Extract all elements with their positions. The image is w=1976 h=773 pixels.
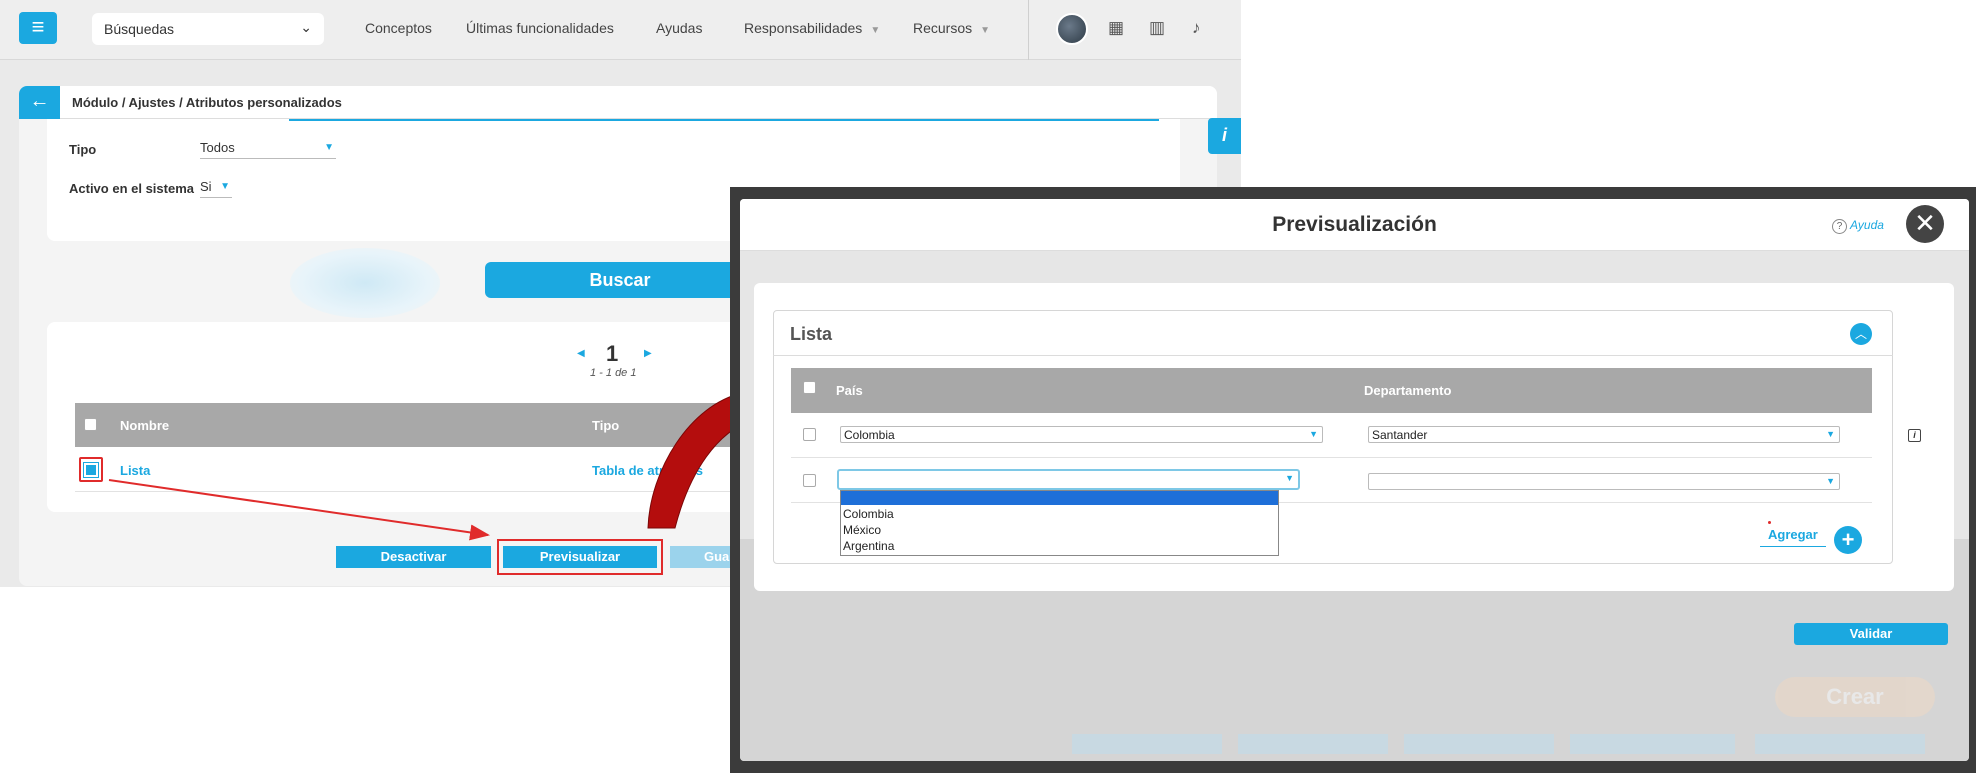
bell-icon[interactable]: ♪ bbox=[1192, 18, 1201, 38]
breadcrumb: Módulo / Ajustes / Atributos personaliza… bbox=[72, 95, 342, 110]
help-icon: ? bbox=[1832, 219, 1847, 234]
pager-next-icon[interactable]: ▶ bbox=[644, 348, 652, 359]
column-header-nombre: Nombre bbox=[120, 418, 170, 433]
agregar-link[interactable]: Agregar bbox=[1760, 527, 1826, 547]
ghost-button bbox=[1072, 734, 1222, 754]
info-tab[interactable]: i bbox=[1208, 118, 1241, 154]
dropdown-option-colombia[interactable]: Colombia bbox=[843, 507, 894, 521]
row-nombre-link[interactable]: Lista bbox=[120, 463, 150, 478]
caret-down-icon: ▼ bbox=[1285, 473, 1294, 483]
column-header-pais: País bbox=[836, 383, 863, 398]
section-divider bbox=[773, 355, 1893, 356]
cursor-dot bbox=[1768, 521, 1771, 524]
nav-responsabilidades[interactable]: Responsabilidades ▼ bbox=[744, 20, 880, 36]
book-icon[interactable]: ▥ bbox=[1149, 18, 1165, 38]
topbar-divider bbox=[1028, 0, 1029, 60]
ghost-button bbox=[1570, 734, 1735, 754]
previsualizar-highlight bbox=[497, 539, 663, 575]
ghost-button bbox=[1404, 734, 1554, 754]
row-tipo-link[interactable]: Tabla de atributos bbox=[592, 463, 703, 478]
desactivar-button[interactable]: Desactivar bbox=[336, 546, 491, 568]
info-icon[interactable]: i bbox=[1908, 429, 1921, 442]
dropdown-option-empty[interactable] bbox=[841, 491, 1278, 505]
blurred-area bbox=[290, 248, 440, 318]
hamburger-menu-button[interactable]: ≡ bbox=[19, 12, 57, 44]
pais-select[interactable]: Colombia ▼ bbox=[840, 426, 1323, 443]
attribute-table-header bbox=[791, 368, 1872, 413]
caret-down-icon: ▼ bbox=[980, 25, 991, 36]
calendar-icon[interactable]: ▦ bbox=[1108, 18, 1124, 38]
modal-header: Previsualización ? Ayuda ✕ bbox=[740, 199, 1969, 251]
pais-dropdown-list: Colombia México Argentina bbox=[840, 490, 1279, 556]
row-checkbox-highlight bbox=[79, 457, 103, 482]
search-select[interactable]: Búsquedas ⌄ bbox=[92, 13, 324, 45]
chevron-down-icon: ⌄ bbox=[300, 19, 312, 35]
caret-down-icon: ▼ bbox=[870, 25, 881, 36]
dropdown-option-mexico[interactable]: México bbox=[843, 523, 881, 537]
row-checkbox[interactable] bbox=[803, 474, 816, 487]
section-title: Lista bbox=[790, 324, 833, 344]
add-row-button[interactable]: + bbox=[1834, 526, 1862, 554]
buscar-button[interactable]: Buscar bbox=[485, 262, 755, 298]
ghost-button bbox=[1755, 734, 1925, 754]
nav-responsabilidades-label: Responsabilidades bbox=[744, 20, 863, 36]
help-label: Ayuda bbox=[1850, 218, 1884, 232]
departamento-select[interactable]: Santander ▼ bbox=[1368, 426, 1840, 443]
filter-top-line bbox=[289, 119, 1159, 121]
collapse-icon[interactable]: ︿ bbox=[1850, 323, 1872, 345]
caret-down-icon: ▼ bbox=[1309, 429, 1318, 439]
caret-down-icon: ▼ bbox=[220, 181, 230, 192]
tipo-label: Tipo bbox=[69, 142, 97, 157]
dropdown-option-argentina[interactable]: Argentina bbox=[843, 539, 894, 553]
row-checkbox[interactable] bbox=[803, 428, 816, 441]
activo-select[interactable]: Si ▼ bbox=[200, 179, 232, 198]
pais-select-value: Colombia bbox=[844, 428, 895, 442]
top-bar: ≡ Búsquedas ⌄ Conceptos Últimas funciona… bbox=[0, 0, 1241, 60]
select-all-checkbox[interactable] bbox=[84, 418, 97, 431]
pais-select-open[interactable]: ▼ bbox=[837, 469, 1300, 490]
activo-select-value: Si bbox=[200, 179, 212, 194]
activo-label: Activo en el sistema bbox=[69, 181, 194, 196]
tipo-select-value: Todos bbox=[200, 140, 235, 155]
nav-ayudas[interactable]: Ayudas bbox=[656, 20, 702, 36]
pager-current-page: 1 bbox=[606, 341, 619, 366]
help-link[interactable]: ? Ayuda bbox=[1832, 218, 1884, 234]
avatar[interactable] bbox=[1056, 13, 1088, 45]
back-button[interactable]: ← bbox=[19, 86, 60, 119]
caret-down-icon: ▼ bbox=[1826, 476, 1835, 486]
ghost-button bbox=[1238, 734, 1388, 754]
nav-recursos[interactable]: Recursos ▼ bbox=[913, 20, 990, 36]
column-header-tipo: Tipo bbox=[592, 418, 620, 433]
departamento-select[interactable]: ▼ bbox=[1368, 473, 1840, 490]
select-all-checkbox[interactable] bbox=[803, 381, 816, 394]
caret-down-icon: ▼ bbox=[1826, 429, 1835, 439]
pager-prev-icon[interactable]: ◀ bbox=[577, 348, 585, 359]
panel-header: ← Módulo / Ajustes / Atributos personali… bbox=[19, 86, 1217, 119]
search-select-value: Búsquedas bbox=[104, 21, 175, 37]
caret-down-icon: ▼ bbox=[324, 142, 334, 153]
tipo-select[interactable]: Todos ▼ bbox=[200, 140, 336, 159]
nav-conceptos[interactable]: Conceptos bbox=[365, 20, 432, 36]
preview-modal: Validar Crear Previsualización ? Ayuda ✕ … bbox=[740, 199, 1969, 761]
nav-recursos-label: Recursos bbox=[913, 20, 973, 36]
crear-ghost-button: Crear bbox=[1775, 677, 1935, 717]
pager-range: 1 - 1 de 1 bbox=[590, 367, 637, 379]
nav-ultimas-funcionalidades[interactable]: Últimas funcionalidades bbox=[466, 20, 614, 36]
validar-button[interactable]: Validar bbox=[1794, 623, 1948, 645]
departamento-select-value: Santander bbox=[1372, 428, 1428, 442]
column-header-departamento: Departamento bbox=[1364, 383, 1452, 398]
modal-title: Previsualización bbox=[1272, 213, 1437, 236]
close-button[interactable]: ✕ bbox=[1906, 205, 1944, 243]
